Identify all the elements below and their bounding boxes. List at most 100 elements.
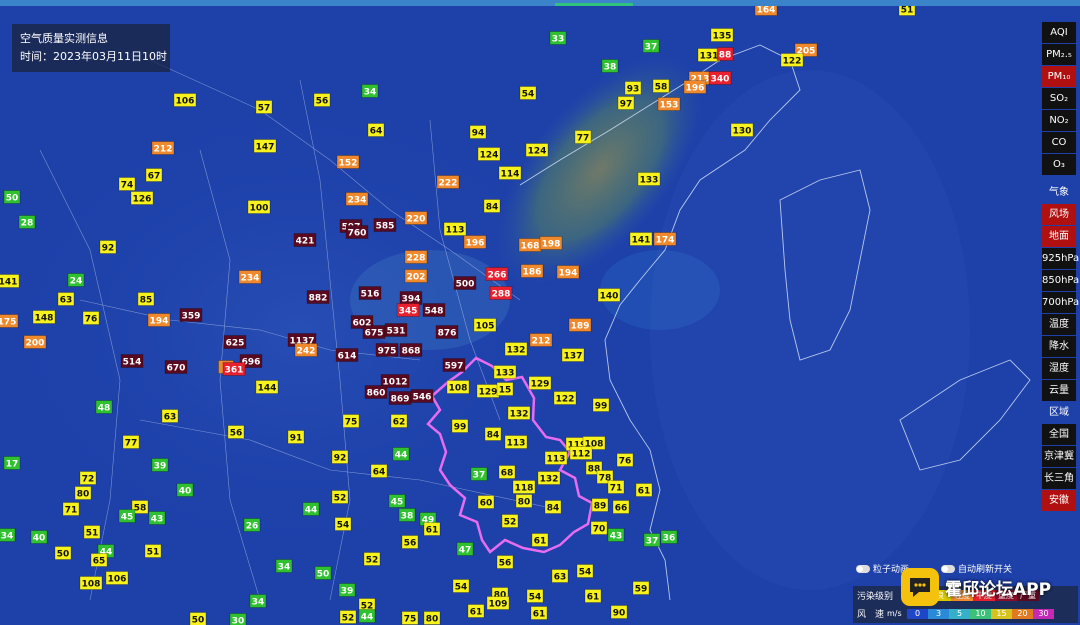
pollutant-menu-item[interactable]: O₃ (1042, 154, 1076, 175)
station-marker[interactable]: 114 (498, 166, 522, 180)
station-marker[interactable]: 40 (30, 530, 48, 544)
station-marker[interactable]: 860 (364, 385, 388, 399)
station-marker[interactable]: 56 (227, 425, 245, 439)
station-marker[interactable]: 108 (79, 576, 103, 590)
station-marker[interactable]: 34 (361, 84, 379, 98)
station-marker[interactable]: 37 (470, 467, 488, 481)
station-marker[interactable]: 670 (164, 360, 188, 374)
station-marker[interactable]: 63 (161, 409, 179, 423)
station-marker[interactable]: 345 (396, 303, 420, 317)
station-marker[interactable]: 500 (453, 276, 477, 290)
station-marker[interactable]: 54 (519, 86, 537, 100)
station-marker[interactable]: 153 (657, 97, 681, 111)
station-marker[interactable]: 118 (512, 480, 536, 494)
station-marker[interactable]: 108 (446, 380, 470, 394)
station-marker[interactable]: 196 (683, 80, 707, 94)
station-marker[interactable]: 112 (569, 446, 593, 460)
region-menu-item[interactable]: 全国 (1042, 424, 1076, 445)
station-marker[interactable]: 61 (584, 589, 602, 603)
station-marker[interactable]: 91 (287, 430, 305, 444)
station-marker[interactable]: 132 (537, 471, 561, 485)
station-marker[interactable]: 45 (118, 509, 136, 523)
pollutant-menu-item[interactable]: NO₂ (1042, 110, 1076, 131)
station-marker[interactable]: 56 (401, 535, 419, 549)
station-marker[interactable]: 50 (189, 612, 207, 625)
station-marker[interactable]: 124 (525, 143, 549, 157)
station-marker[interactable]: 126 (130, 191, 154, 205)
station-marker[interactable]: 129 (476, 384, 500, 398)
station-marker[interactable]: 133 (493, 365, 517, 379)
station-marker[interactable]: 24 (67, 273, 85, 287)
station-marker[interactable]: 38 (398, 508, 416, 522)
weather-menu-item[interactable]: 地面 (1042, 226, 1076, 247)
station-marker[interactable]: 675 (362, 325, 386, 339)
station-marker[interactable]: 80 (515, 494, 533, 508)
station-marker[interactable]: 61 (531, 533, 549, 547)
weather-menu-item[interactable]: 湿度 (1042, 358, 1076, 379)
station-marker[interactable]: 71 (62, 502, 80, 516)
station-marker[interactable]: 80 (74, 486, 92, 500)
station-marker[interactable]: 340 (708, 71, 732, 85)
station-marker[interactable]: 50 (54, 546, 72, 560)
station-marker[interactable]: 67 (145, 168, 163, 182)
station-marker[interactable]: 220 (404, 211, 428, 225)
station-marker[interactable]: 109 (486, 596, 510, 610)
weather-menu-item[interactable]: 925hPa (1042, 248, 1079, 269)
station-marker[interactable]: 39 (338, 583, 356, 597)
station-marker[interactable]: 174 (653, 232, 677, 246)
station-marker[interactable]: 34 (249, 594, 267, 608)
station-marker[interactable]: 51 (144, 544, 162, 558)
station-marker[interactable]: 135 (710, 28, 734, 42)
station-marker[interactable]: 70 (590, 521, 608, 535)
station-marker[interactable]: 75 (401, 611, 419, 625)
station-marker[interactable]: 186 (520, 264, 544, 278)
station-marker[interactable]: 76 (82, 311, 100, 325)
station-marker[interactable]: 76 (616, 453, 634, 467)
pollutant-menu-item[interactable]: PM₂.₅ (1042, 44, 1076, 65)
station-marker[interactable]: 88 (716, 47, 734, 61)
station-marker[interactable]: 61 (530, 606, 548, 620)
weather-menu-item[interactable]: 850hPa (1042, 270, 1079, 291)
station-marker[interactable]: 196 (463, 235, 487, 249)
station-marker[interactable]: 597 (442, 358, 466, 372)
station-marker[interactable]: 28 (18, 215, 36, 229)
station-marker[interactable]: 394 (399, 291, 423, 305)
station-marker[interactable]: 39 (151, 458, 169, 472)
station-marker[interactable]: 113 (544, 451, 568, 465)
station-marker[interactable]: 148 (32, 310, 56, 324)
station-marker[interactable]: 40 (176, 483, 194, 497)
station-marker[interactable]: 359 (179, 308, 203, 322)
pollutant-menu-item[interactable]: AQI (1042, 22, 1076, 43)
station-marker[interactable]: 106 (105, 571, 129, 585)
station-marker[interactable]: 614 (335, 348, 359, 362)
station-marker[interactable]: 516 (358, 286, 382, 300)
station-marker[interactable]: 200 (23, 335, 47, 349)
station-marker[interactable]: 152 (336, 155, 360, 169)
station-marker[interactable]: 30 (229, 613, 247, 625)
station-marker[interactable]: 59 (632, 581, 650, 595)
station-marker[interactable]: 17 (3, 456, 21, 470)
region-menu-item[interactable]: 安徽 (1042, 490, 1076, 511)
station-marker[interactable]: 546 (410, 389, 434, 403)
station-marker[interactable]: 38 (601, 59, 619, 73)
station-marker[interactable]: 80 (423, 611, 441, 625)
station-marker[interactable]: 44 (302, 502, 320, 516)
weather-menu-item[interactable]: 温度 (1042, 314, 1076, 335)
station-marker[interactable]: 106 (173, 93, 197, 107)
station-marker[interactable]: 33 (549, 31, 567, 45)
air-quality-map[interactable]: 3337164 51135131 88 20512238213 34019693 5897… (0, 0, 1080, 625)
station-marker[interactable]: 74 (118, 177, 136, 191)
pollutant-menu-item[interactable]: SO₂ (1042, 88, 1076, 109)
station-marker[interactable]: 54 (526, 589, 544, 603)
station-marker[interactable]: 421 (293, 233, 317, 247)
station-marker[interactable]: 45 (388, 494, 406, 508)
station-marker[interactable]: 175 (0, 314, 19, 328)
station-marker[interactable]: 212 (529, 333, 553, 347)
station-marker[interactable]: 140 (597, 288, 621, 302)
station-marker[interactable]: 61 (635, 483, 653, 497)
station-marker[interactable]: 64 (367, 123, 385, 137)
station-marker[interactable]: 122 (780, 53, 804, 67)
station-marker[interactable]: 144 (255, 380, 279, 394)
station-marker[interactable]: 85 (137, 292, 155, 306)
station-marker[interactable]: 194 (556, 265, 580, 279)
